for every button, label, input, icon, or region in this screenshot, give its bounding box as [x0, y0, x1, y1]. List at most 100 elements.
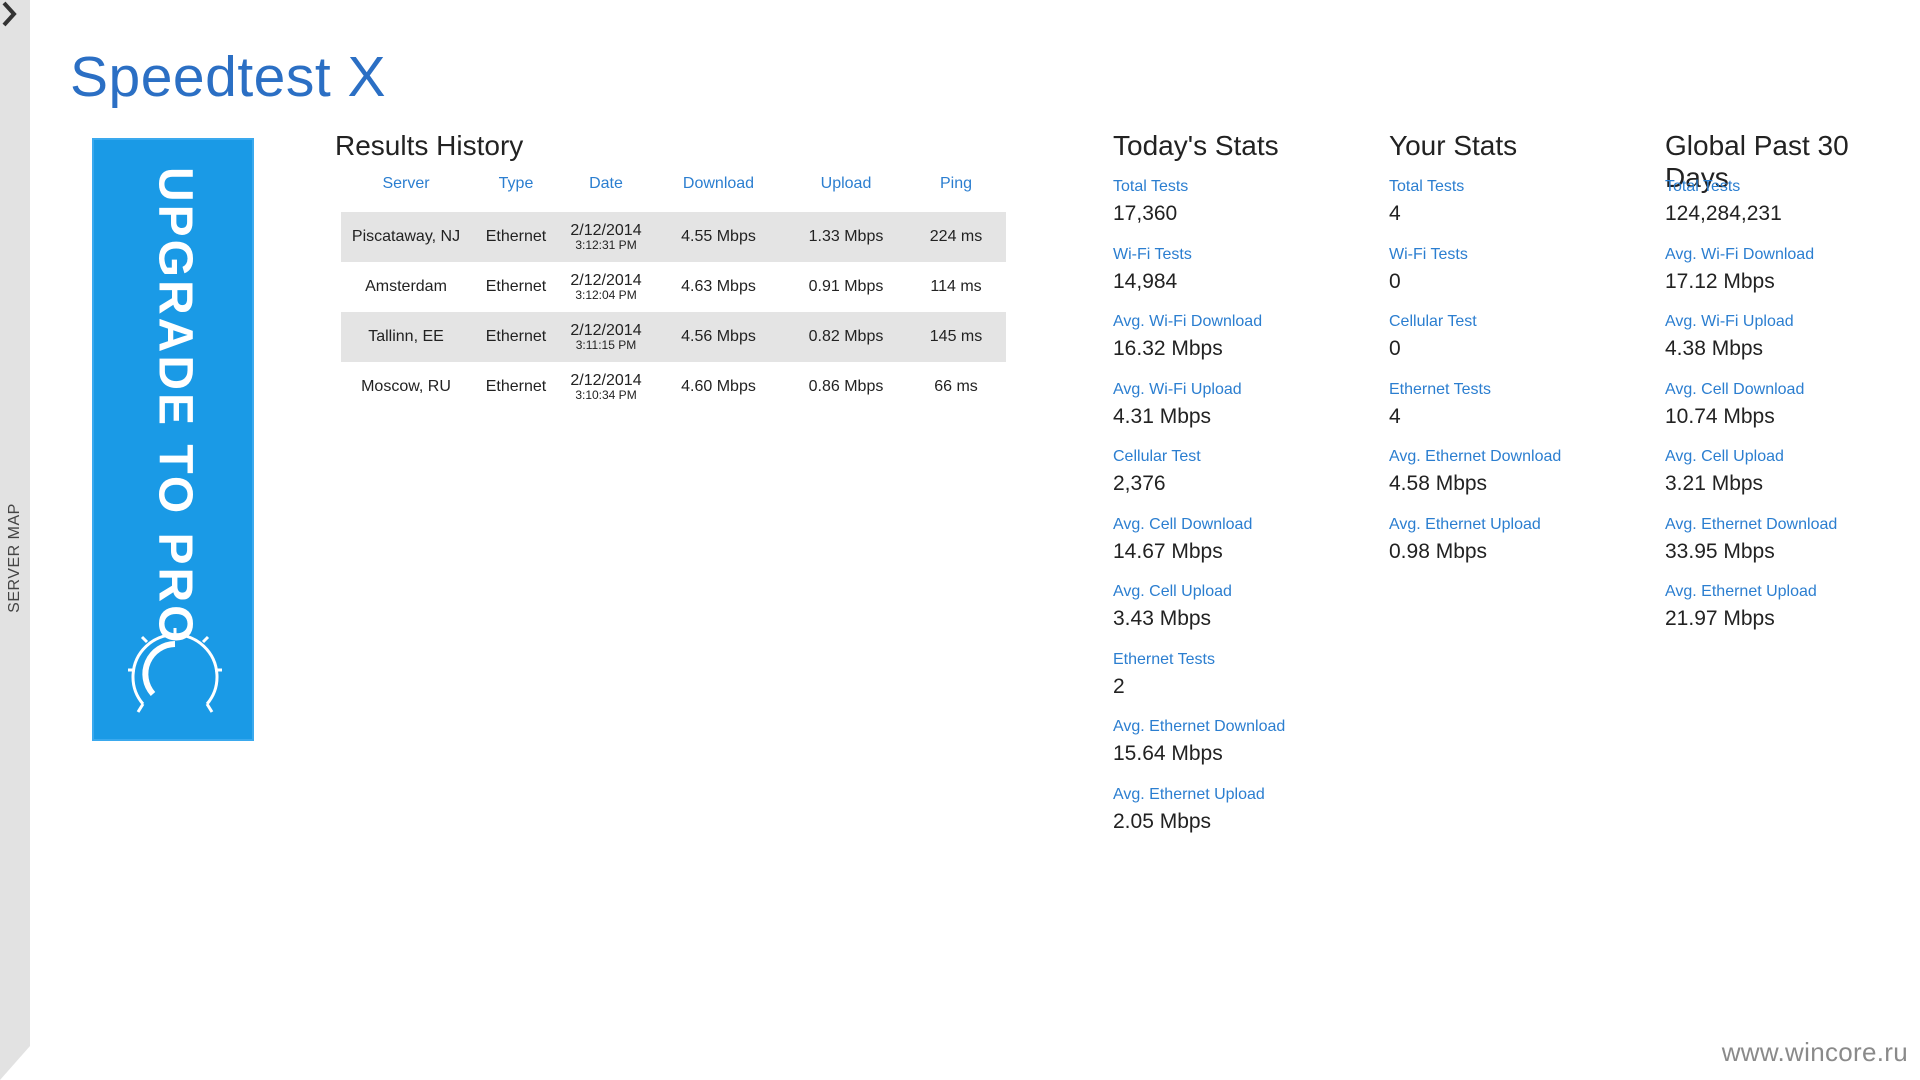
stat-label: Avg. Ethernet Upload — [1665, 583, 1817, 600]
stat-item: Total Tests 4 — [1389, 174, 1669, 242]
stat-label: Avg. Ethernet Download — [1113, 718, 1286, 735]
cell-date: 2/12/2014 3:10:34 PM — [561, 372, 651, 403]
stat-item: Ethernet Tests 2 — [1113, 647, 1393, 715]
stat-value: 4.58 Mbps — [1389, 472, 1488, 495]
stat-item: Avg. Cell Upload 3.21 Mbps — [1665, 444, 1905, 512]
your-stats-list: Total Tests 4 Wi-Fi Tests 0 Cellular Test 0… — [1389, 174, 1669, 579]
stat-value: 4.38 Mbps — [1665, 337, 1764, 360]
stat-value: 21.97 Mbps — [1665, 607, 1775, 630]
stat-value: 14,984 — [1113, 269, 1178, 293]
cell-download: 4.55 Mbps — [681, 228, 756, 245]
stat-label: Avg. Cell Upload — [1113, 583, 1232, 600]
cell-type: Ethernet — [485, 278, 547, 295]
your-stats-title: Your Stats — [1389, 130, 1518, 161]
speed-gauge-icon — [128, 628, 222, 713]
stat-label: Cellular Test — [1113, 448, 1201, 465]
stat-value: 14.67 Mbps — [1113, 539, 1223, 563]
table-row[interactable]: Piscataway, NJ Ethernet 2/12/2014 3:12:31… — [341, 212, 1006, 262]
cell-ping: 145 ms — [929, 328, 983, 345]
cell-ping: 66 ms — [934, 378, 978, 395]
stat-value: 0.98 Mbps — [1389, 539, 1488, 563]
todays-stats-title: Today's Stats — [1113, 130, 1279, 161]
stat-label: Avg. Wi-Fi Upload — [1665, 313, 1794, 330]
stat-item: Cellular Test 0 — [1389, 309, 1669, 377]
cell-type: Ethernet — [485, 328, 547, 345]
stat-value: 17.12 Mbps — [1665, 269, 1775, 293]
cell-type: Ethernet — [485, 378, 547, 395]
stat-item: Avg. Wi-Fi Download 16.32 Mbps — [1113, 309, 1393, 377]
stat-item: Avg. Wi-Fi Upload 4.31 Mbps — [1113, 377, 1393, 445]
stat-item: Avg. Ethernet Download 33.95 Mbps — [1665, 512, 1905, 580]
cell-server: Moscow, RU — [361, 378, 451, 395]
col-date[interactable]: Date — [561, 175, 651, 193]
stat-value: 16.32 Mbps — [1113, 337, 1223, 360]
stat-label: Avg. Cell Download — [1665, 380, 1805, 398]
stat-value: 4 — [1389, 404, 1401, 428]
stat-label: Total Tests — [1113, 178, 1189, 195]
col-download[interactable]: Download — [651, 175, 786, 193]
stat-item: Avg. Cell Download 10.74 Mbps — [1665, 377, 1905, 445]
cell-date-day: 2/12/2014 — [570, 221, 642, 239]
stat-item: Avg. Wi-Fi Download 17.12 Mbps — [1665, 242, 1905, 310]
stat-item: Total Tests 124,284,231 — [1665, 174, 1905, 242]
cell-upload: 0.82 Mbps — [808, 328, 884, 345]
cell-upload: 1.33 Mbps — [808, 228, 884, 245]
stat-label: Total Tests — [1665, 178, 1741, 195]
stat-label: Avg. Wi-Fi Download — [1665, 245, 1815, 263]
upgrade-label: UPGRADE TO PRO — [148, 167, 202, 646]
stat-value: 3.21 Mbps — [1665, 472, 1764, 495]
cell-ping: 224 ms — [929, 228, 983, 245]
stat-label: Avg. Ethernet Download — [1665, 515, 1838, 533]
server-map-strip[interactable]: SERVER MAP — [0, 0, 30, 1080]
chevron-right-icon[interactable] — [0, 0, 18, 28]
cell-download: 4.56 Mbps — [681, 328, 756, 345]
stat-item: Total Tests 17,360 — [1113, 174, 1393, 242]
watermark: www.wincore.ru — [1721, 1037, 1908, 1067]
server-map-label[interactable]: SERVER MAP — [6, 503, 24, 613]
cell-download: 4.63 Mbps — [681, 278, 756, 295]
stat-value: 2.05 Mbps — [1113, 809, 1212, 833]
stat-value: 10.74 Mbps — [1665, 404, 1775, 428]
stat-value: 15.64 Mbps — [1113, 742, 1223, 765]
global-stats-list: Total Tests 124,284,231 Avg. Wi-Fi Downlo… — [1665, 174, 1905, 647]
stat-item: Wi-Fi Tests 14,984 — [1113, 242, 1393, 310]
stat-item: Avg. Cell Upload 3.43 Mbps — [1113, 579, 1393, 647]
col-server[interactable]: Server — [341, 175, 471, 193]
stat-value: 17,360 — [1113, 202, 1178, 225]
col-ping[interactable]: Ping — [906, 175, 1006, 193]
cell-date-day: 2/12/2014 — [570, 321, 642, 339]
stat-label: Ethernet Tests — [1389, 380, 1491, 398]
stat-item: Avg. Ethernet Upload 0.98 Mbps — [1389, 512, 1669, 580]
cell-download: 4.60 Mbps — [681, 378, 756, 395]
cell-type: Ethernet — [485, 228, 547, 245]
stat-value: 3.43 Mbps — [1113, 607, 1212, 630]
upgrade-to-pro-banner[interactable]: UPGRADE TO PRO — [92, 138, 254, 741]
results-table: Server Type Date Download Upload Ping Pi… — [341, 166, 1006, 412]
stat-value: 2 — [1113, 674, 1125, 698]
stat-item: Avg. Ethernet Download 15.64 Mbps — [1113, 714, 1393, 782]
stat-item: Cellular Test 2,376 — [1113, 444, 1393, 512]
col-upload[interactable]: Upload — [786, 175, 906, 193]
table-row[interactable]: Tallinn, EE Ethernet 2/12/2014 3:11:15 PM… — [341, 312, 1006, 362]
stat-item: Avg. Cell Download 14.67 Mbps — [1113, 512, 1393, 580]
cell-server: Piscataway, NJ — [351, 228, 461, 245]
stat-item: Avg. Ethernet Download 4.58 Mbps — [1389, 444, 1669, 512]
stat-label: Cellular Test — [1389, 313, 1477, 330]
todays-stats-list: Total Tests 17,360 Wi-Fi Tests 14,984 Avg.… — [1113, 174, 1393, 849]
results-header-row: Server Type Date Download Upload Ping — [341, 166, 1006, 202]
cell-date-time: 3:12:31 PM — [575, 238, 637, 253]
cell-upload: 0.91 Mbps — [808, 278, 884, 295]
cell-upload: 0.86 Mbps — [808, 378, 884, 395]
cell-date-time: 3:11:15 PM — [575, 338, 637, 353]
cell-date-time: 3:10:34 PM — [575, 388, 637, 403]
cell-date-time: 3:12:04 PM — [575, 288, 637, 303]
results-history-title: Results History — [335, 130, 524, 161]
stat-item: Avg. Ethernet Upload 21.97 Mbps — [1665, 579, 1905, 647]
table-row[interactable]: Moscow, RU Ethernet 2/12/2014 3:10:34 PM … — [341, 362, 1006, 412]
stat-item: Ethernet Tests 4 — [1389, 377, 1669, 445]
stat-label: Ethernet Tests — [1113, 650, 1215, 668]
table-row[interactable]: Amsterdam Ethernet 2/12/2014 3:12:04 PM 4… — [341, 262, 1006, 312]
col-type[interactable]: Type — [471, 175, 561, 193]
stat-label: Avg. Ethernet Download — [1389, 448, 1562, 465]
stat-value: 124,284,231 — [1665, 202, 1782, 225]
